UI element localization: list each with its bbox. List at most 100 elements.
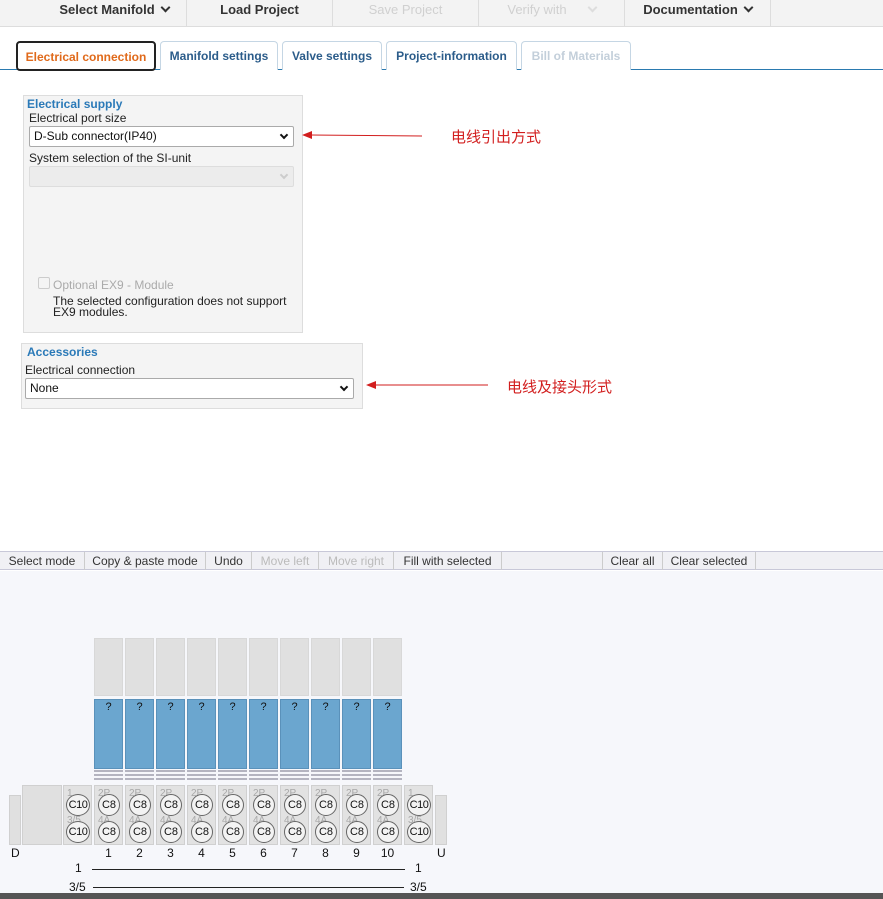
si-unit-select[interactable] (29, 166, 294, 187)
tab-project-information[interactable]: Project-information (386, 41, 517, 70)
load-project-button[interactable]: Load Project (187, 0, 333, 27)
valve-stripe (280, 774, 309, 776)
move-left-button[interactable]: Move left (252, 552, 319, 570)
valve-stripe (373, 778, 402, 780)
undo-button[interactable]: Undo (206, 552, 252, 570)
valve-stripe (311, 778, 340, 780)
station-subbase[interactable]: 2P 4A C8 C8 (342, 785, 371, 845)
valve-top[interactable] (156, 638, 185, 696)
valve-body[interactable]: ? (280, 699, 309, 769)
valve-body[interactable]: ? (187, 699, 216, 769)
station-subbase[interactable]: 2P 4A C8 C8 (311, 785, 340, 845)
valve-body[interactable]: ? (156, 699, 185, 769)
chevron-down-icon (587, 2, 598, 13)
select-manifold-menu[interactable]: Select Manifold (42, 0, 187, 27)
valve-top[interactable] (218, 638, 247, 696)
fitting-circle: C8 (315, 794, 337, 816)
end-block-left[interactable] (22, 785, 62, 845)
station-subbase[interactable]: 2P 4A C8 C8 (249, 785, 278, 845)
fitting-circle: C8 (284, 794, 306, 816)
chevron-down-icon (160, 2, 171, 13)
port-size-select[interactable]: D-Sub connector(IP40) (29, 126, 294, 147)
valve-body[interactable]: ? (249, 699, 278, 769)
clear-all-button[interactable]: Clear all (603, 552, 663, 570)
valve-stripe (280, 770, 309, 772)
station-subbase[interactable]: 2P 4A C8 C8 (373, 785, 402, 845)
valve-stripe (311, 770, 340, 772)
tab-bill-of-materials[interactable]: Bill of Materials (521, 41, 631, 70)
electrical-connection-select[interactable]: None (25, 378, 354, 399)
valve-body[interactable]: ? (125, 699, 154, 769)
fitting-circle: C8 (315, 821, 337, 843)
valve-top[interactable] (125, 638, 154, 696)
fill-with-selected-button[interactable]: Fill with selected (394, 552, 502, 570)
valve-body[interactable]: ? (311, 699, 340, 769)
port-size-label: Electrical port size (29, 111, 127, 125)
chevron-down-icon (339, 382, 349, 392)
valve-stripe (373, 770, 402, 772)
station-number: 3 (167, 846, 174, 860)
valve-stripe (125, 770, 154, 772)
end-plate-left (9, 795, 21, 845)
station-subbase[interactable]: 2P 4A C8 C8 (187, 785, 216, 845)
valve-stripe (156, 770, 185, 772)
fitting-circle: C8 (129, 794, 151, 816)
fitting-circle: C8 (346, 821, 368, 843)
valve-top[interactable] (311, 638, 340, 696)
copy-paste-mode-button[interactable]: Copy & paste mode (85, 552, 206, 570)
load-project-label: Load Project (220, 2, 299, 17)
fitting-circle: C8 (253, 821, 275, 843)
select-mode-button[interactable]: Select mode (0, 552, 85, 570)
station-number: 5 (229, 846, 236, 860)
port-line (93, 887, 404, 888)
station-subbase[interactable]: 2P 4A C8 C8 (280, 785, 309, 845)
bottom-scrollbar[interactable] (0, 893, 883, 899)
station-subbase[interactable]: 2P 4A C8 C8 (125, 785, 154, 845)
top-menu-bar: Select Manifold Load Project Save Projec… (0, 0, 883, 27)
valve-stripe (187, 770, 216, 772)
port-size-value: D-Sub connector(IP40) (34, 129, 157, 143)
chevron-down-icon (743, 2, 754, 13)
end-label-right: U (437, 846, 446, 860)
documentation-label: Documentation (643, 2, 738, 17)
valve-top[interactable] (373, 638, 402, 696)
valve-top[interactable] (280, 638, 309, 696)
station-subbase[interactable]: 2P 4A C8 C8 (156, 785, 185, 845)
clear-selected-button[interactable]: Clear selected (663, 552, 756, 570)
valve-stripe (94, 778, 123, 780)
save-project-button[interactable]: Save Project (333, 0, 479, 27)
fitting-circle: C8 (98, 821, 120, 843)
valve-body[interactable]: ? (94, 699, 123, 769)
station-subbase[interactable]: 2P 4A C8 C8 (218, 785, 247, 845)
tab-bar: Electrical connection Manifold settings … (0, 41, 883, 71)
documentation-menu[interactable]: Documentation (625, 0, 771, 27)
valve-stripe (218, 778, 247, 780)
valve-body[interactable]: ? (373, 699, 402, 769)
valve-top[interactable] (187, 638, 216, 696)
valve-top[interactable] (249, 638, 278, 696)
valve-body[interactable]: ? (342, 699, 371, 769)
verify-with-menu[interactable]: Verify with (479, 0, 625, 27)
electrical-connection-label: Electrical connection (25, 363, 136, 377)
tab-valve-settings[interactable]: Valve settings (282, 41, 382, 70)
valve-top[interactable] (94, 638, 123, 696)
accessories-title: Accessories (27, 345, 98, 359)
fitting-circle: C8 (160, 794, 182, 816)
station-subbase[interactable]: 2P 4A C8 C8 (94, 785, 123, 845)
end-subbase-right[interactable]: 13/5C10C10 (404, 785, 433, 845)
fitting-circle: C8 (191, 794, 213, 816)
move-right-button[interactable]: Move right (319, 552, 394, 570)
fitting-circle: C8 (346, 794, 368, 816)
valve-stripe (342, 778, 371, 780)
tab-electrical-connection[interactable]: Electrical connection (16, 41, 156, 71)
station-number: 7 (291, 846, 298, 860)
valve-body[interactable]: ? (218, 699, 247, 769)
fitting-circle: C10 (407, 794, 431, 816)
fitting-circle: C8 (222, 821, 244, 843)
tab-label: Electrical connection (25, 50, 147, 64)
ex9-checkbox[interactable] (38, 277, 50, 289)
valve-stripe (249, 774, 278, 776)
end-subbase-left[interactable]: 13/5C10C10 (63, 785, 92, 845)
valve-top[interactable] (342, 638, 371, 696)
tab-manifold-settings[interactable]: Manifold settings (160, 41, 278, 70)
